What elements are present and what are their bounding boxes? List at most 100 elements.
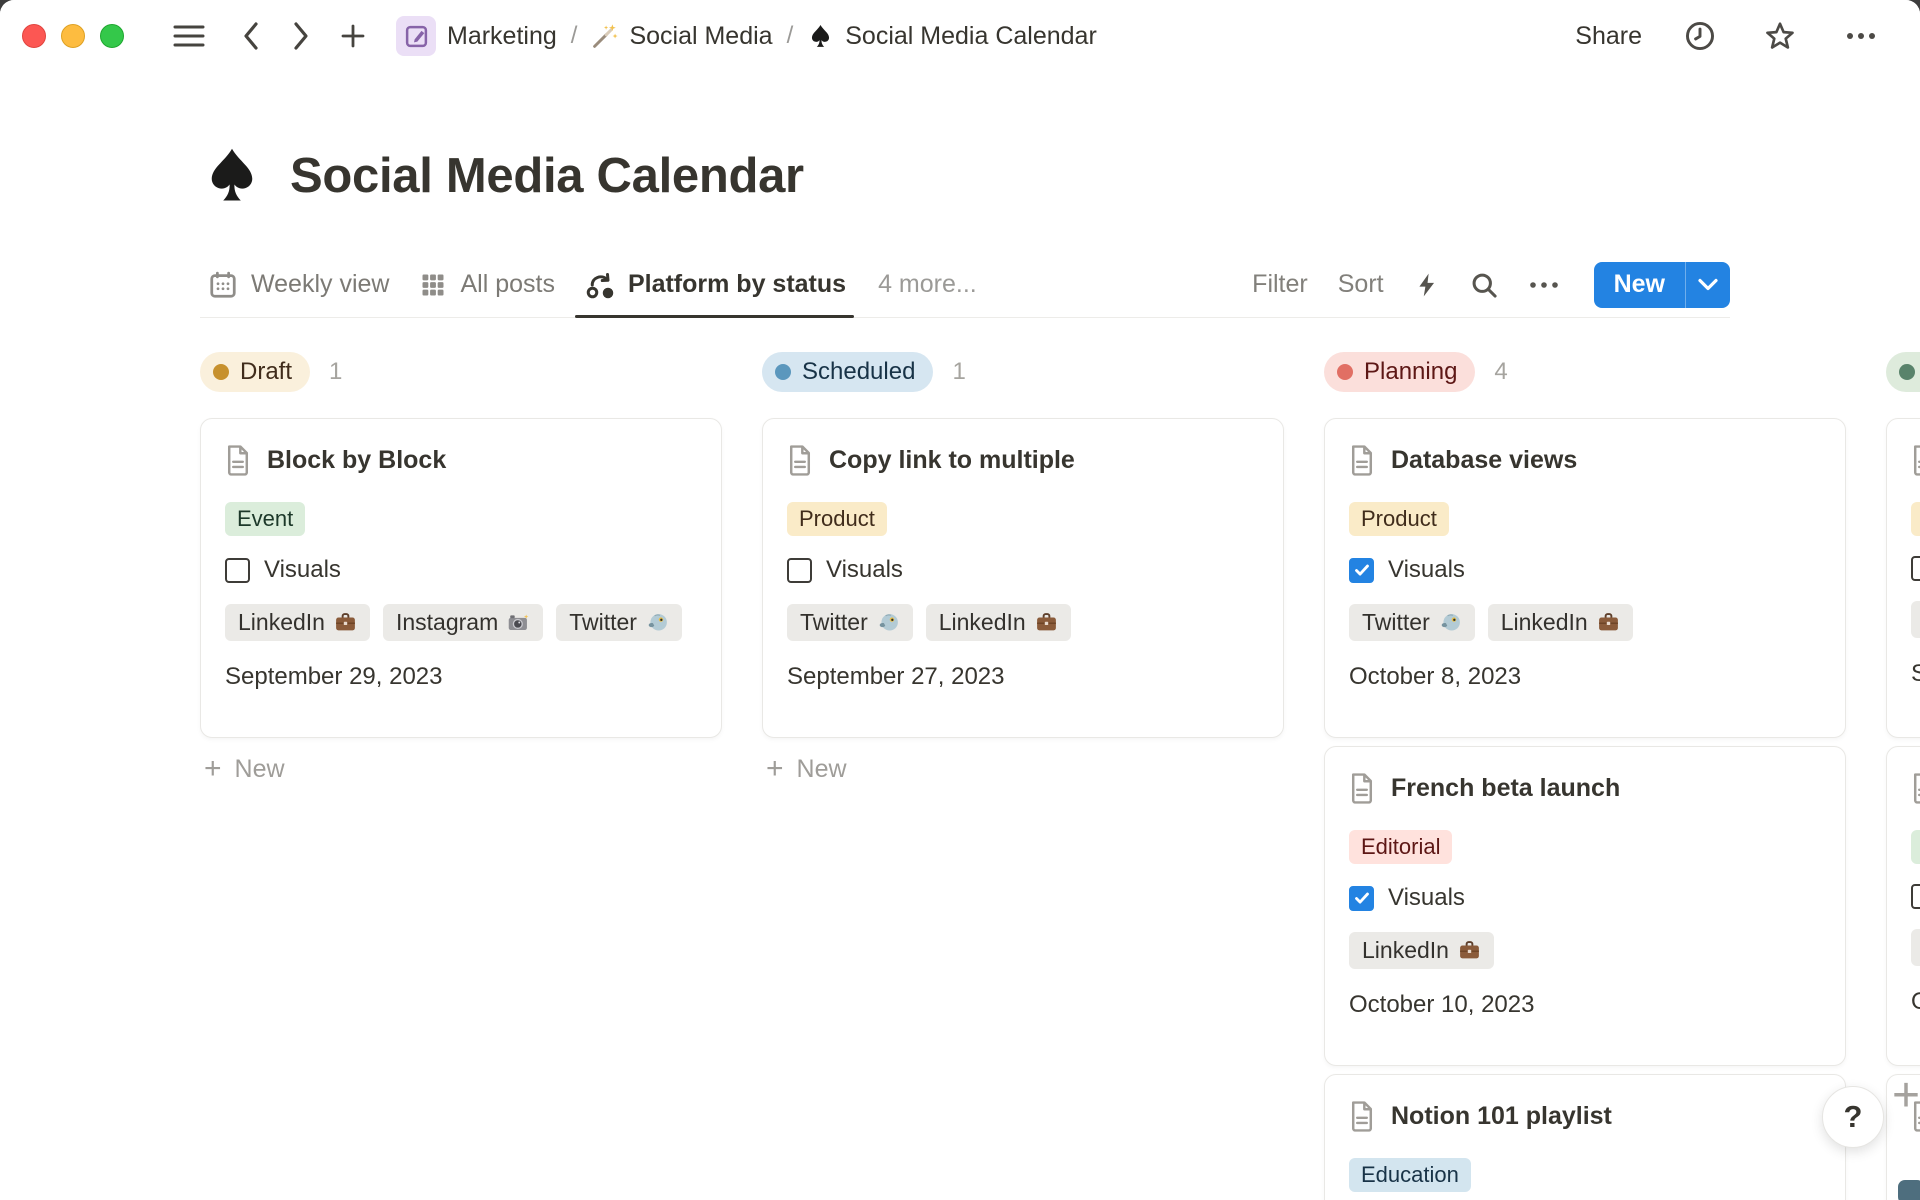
add-card-label: New	[235, 755, 285, 784]
add-card-button[interactable]: + New	[200, 754, 285, 784]
back-button[interactable]	[234, 15, 268, 57]
column-header: Draft1	[200, 352, 722, 392]
sort-button[interactable]: Sort	[1338, 270, 1384, 299]
card-date: S	[1911, 660, 1920, 688]
breadcrumb-label: Social Media Calendar	[845, 22, 1097, 51]
breadcrumb-item[interactable]: Marketing	[390, 12, 563, 60]
platform-tag: LinkedIn	[225, 604, 370, 641]
tab-platform-by-status[interactable]: Platform by status	[585, 252, 846, 317]
briefcase-emoji-icon	[1597, 611, 1620, 634]
automations-lightning-icon[interactable]	[1414, 271, 1440, 299]
breadcrumb-item[interactable]: Social Media	[585, 18, 778, 55]
card-title-row: Block by Block	[225, 445, 697, 476]
tab-label: Weekly view	[251, 270, 389, 299]
tab-all-posts[interactable]: All posts	[419, 252, 554, 317]
card-category-tags	[1911, 830, 1920, 864]
view-settings-ellipsis-icon[interactable]	[1528, 280, 1560, 290]
page-file-icon	[1349, 773, 1375, 804]
card-title: Database views	[1391, 446, 1577, 475]
visuals-checkbox[interactable]	[1911, 884, 1920, 909]
board-card[interactable]: French beta launchEditorialVisualsLinked…	[1324, 746, 1846, 1066]
page-file-icon	[225, 445, 251, 476]
status-pill[interactable]: Scheduled	[762, 352, 933, 392]
minimize-window-button[interactable]	[61, 24, 85, 48]
briefcase-emoji-icon	[334, 611, 357, 634]
filter-button[interactable]: Filter	[1252, 270, 1308, 299]
share-button[interactable]: Share	[1575, 22, 1642, 51]
plus-icon: +	[204, 754, 222, 784]
platform-label: LinkedIn	[939, 609, 1026, 636]
more-options-icon[interactable]	[1838, 24, 1884, 48]
board-card[interactable]: S	[1886, 418, 1920, 738]
board-card[interactable]: Copy link to multipleProductVisualsTwitt…	[762, 418, 1284, 738]
view-tabs-bar: Weekly view All posts Platform by status 4…	[200, 252, 1730, 318]
status-pill[interactable]: Draft	[200, 352, 310, 392]
visuals-check-row: Visuals	[1349, 556, 1821, 584]
view-tabs: Weekly view All posts Platform by status	[200, 252, 846, 317]
board-column: Planning4Database viewsProductVisualsTwi…	[1324, 352, 1846, 1200]
dodo-emoji-icon	[877, 611, 900, 634]
platform-tag: LinkedIn	[926, 604, 1071, 641]
add-card-button[interactable]: +New	[762, 754, 847, 784]
card-platform-tags: LinkedIn Instagram Twitter	[225, 604, 697, 641]
visuals-checkbox[interactable]	[1349, 558, 1374, 583]
window-topbar: Marketing/Social Media/Social Media Cale…	[0, 0, 1920, 72]
forward-button[interactable]	[284, 15, 318, 57]
help-button[interactable]: ?	[1822, 1086, 1884, 1148]
traffic-lights	[22, 24, 124, 48]
platform-tag: Twitter	[787, 604, 913, 641]
status-pill[interactable]: Planning	[1324, 352, 1475, 392]
platform-tag: Instagram	[383, 604, 543, 641]
page-file-icon	[1911, 445, 1920, 476]
checkbox-label: Visuals	[1388, 884, 1465, 912]
board-card[interactable]: Database viewsProductVisualsTwitterLinke…	[1324, 418, 1846, 738]
visuals-checkbox[interactable]	[1911, 556, 1920, 581]
card-date: October 10, 2023	[1349, 991, 1821, 1019]
breadcrumb-separator: /	[787, 22, 794, 50]
board-view-icon	[585, 270, 615, 300]
category-tag: Editorial	[1349, 830, 1452, 864]
breadcrumb: Marketing/Social Media/Social Media Cale…	[390, 12, 1103, 60]
platform-tag	[1911, 601, 1920, 638]
board-card[interactable]: O	[1886, 746, 1920, 1066]
new-record-button[interactable]: New	[1594, 270, 1685, 299]
kanban-board: Draft1 Block by Block Event Visuals LinkedIn…	[200, 352, 1920, 1200]
platform-tag: Twitter	[1349, 604, 1475, 641]
category-tag: Event	[225, 502, 305, 536]
close-window-button[interactable]	[22, 24, 46, 48]
new-button-chevron-down-icon[interactable]	[1686, 262, 1730, 308]
breadcrumb-item[interactable]: Social Media Calendar	[801, 18, 1103, 55]
search-icon[interactable]	[1470, 271, 1498, 299]
zoom-window-button[interactable]	[100, 24, 124, 48]
template-icon	[404, 24, 429, 49]
add-group-plus-icon[interactable]: +	[1892, 1068, 1920, 1123]
status-pill[interactable]	[1886, 352, 1920, 392]
card-platform-tags: LinkedIn	[1349, 932, 1821, 969]
briefcase-emoji-icon	[1035, 611, 1058, 634]
tab-weekly-view[interactable]: Weekly view	[208, 252, 389, 317]
page-title-text: Social Media Calendar	[290, 148, 804, 204]
board-card[interactable]: Notion 101 playlistEducation	[1324, 1074, 1846, 1200]
grid-view-icon	[419, 271, 447, 299]
partial-emoji	[1898, 1180, 1920, 1200]
platform-label: Twitter	[569, 609, 637, 636]
visuals-checkbox[interactable]	[1349, 886, 1374, 911]
board-card[interactable]: Block by Block Event Visuals LinkedIn Instag…	[200, 418, 722, 738]
card-category-tags: Editorial	[1349, 830, 1821, 864]
checkbox-label: Visuals	[264, 556, 341, 584]
new-page-plus-icon[interactable]	[334, 17, 372, 55]
more-views-button[interactable]: 4 more...	[878, 270, 977, 299]
board-column: Draft1 Block by Block Event Visuals LinkedIn…	[200, 352, 722, 1200]
category-tag	[1911, 830, 1920, 864]
platform-tag: Twitter	[556, 604, 682, 641]
calendar-view-icon	[208, 270, 238, 300]
card-platform-tags: Twitter LinkedIn	[787, 604, 1259, 641]
visuals-checkbox[interactable]	[787, 558, 812, 583]
sidebar-toggle-icon[interactable]	[166, 17, 212, 55]
visuals-checkbox[interactable]	[225, 558, 250, 583]
updates-clock-icon[interactable]	[1678, 14, 1722, 58]
platform-label: Instagram	[396, 609, 498, 636]
platform-label: Twitter	[1362, 609, 1430, 636]
favorite-star-icon[interactable]	[1758, 14, 1802, 58]
category-tag	[1911, 502, 1920, 536]
